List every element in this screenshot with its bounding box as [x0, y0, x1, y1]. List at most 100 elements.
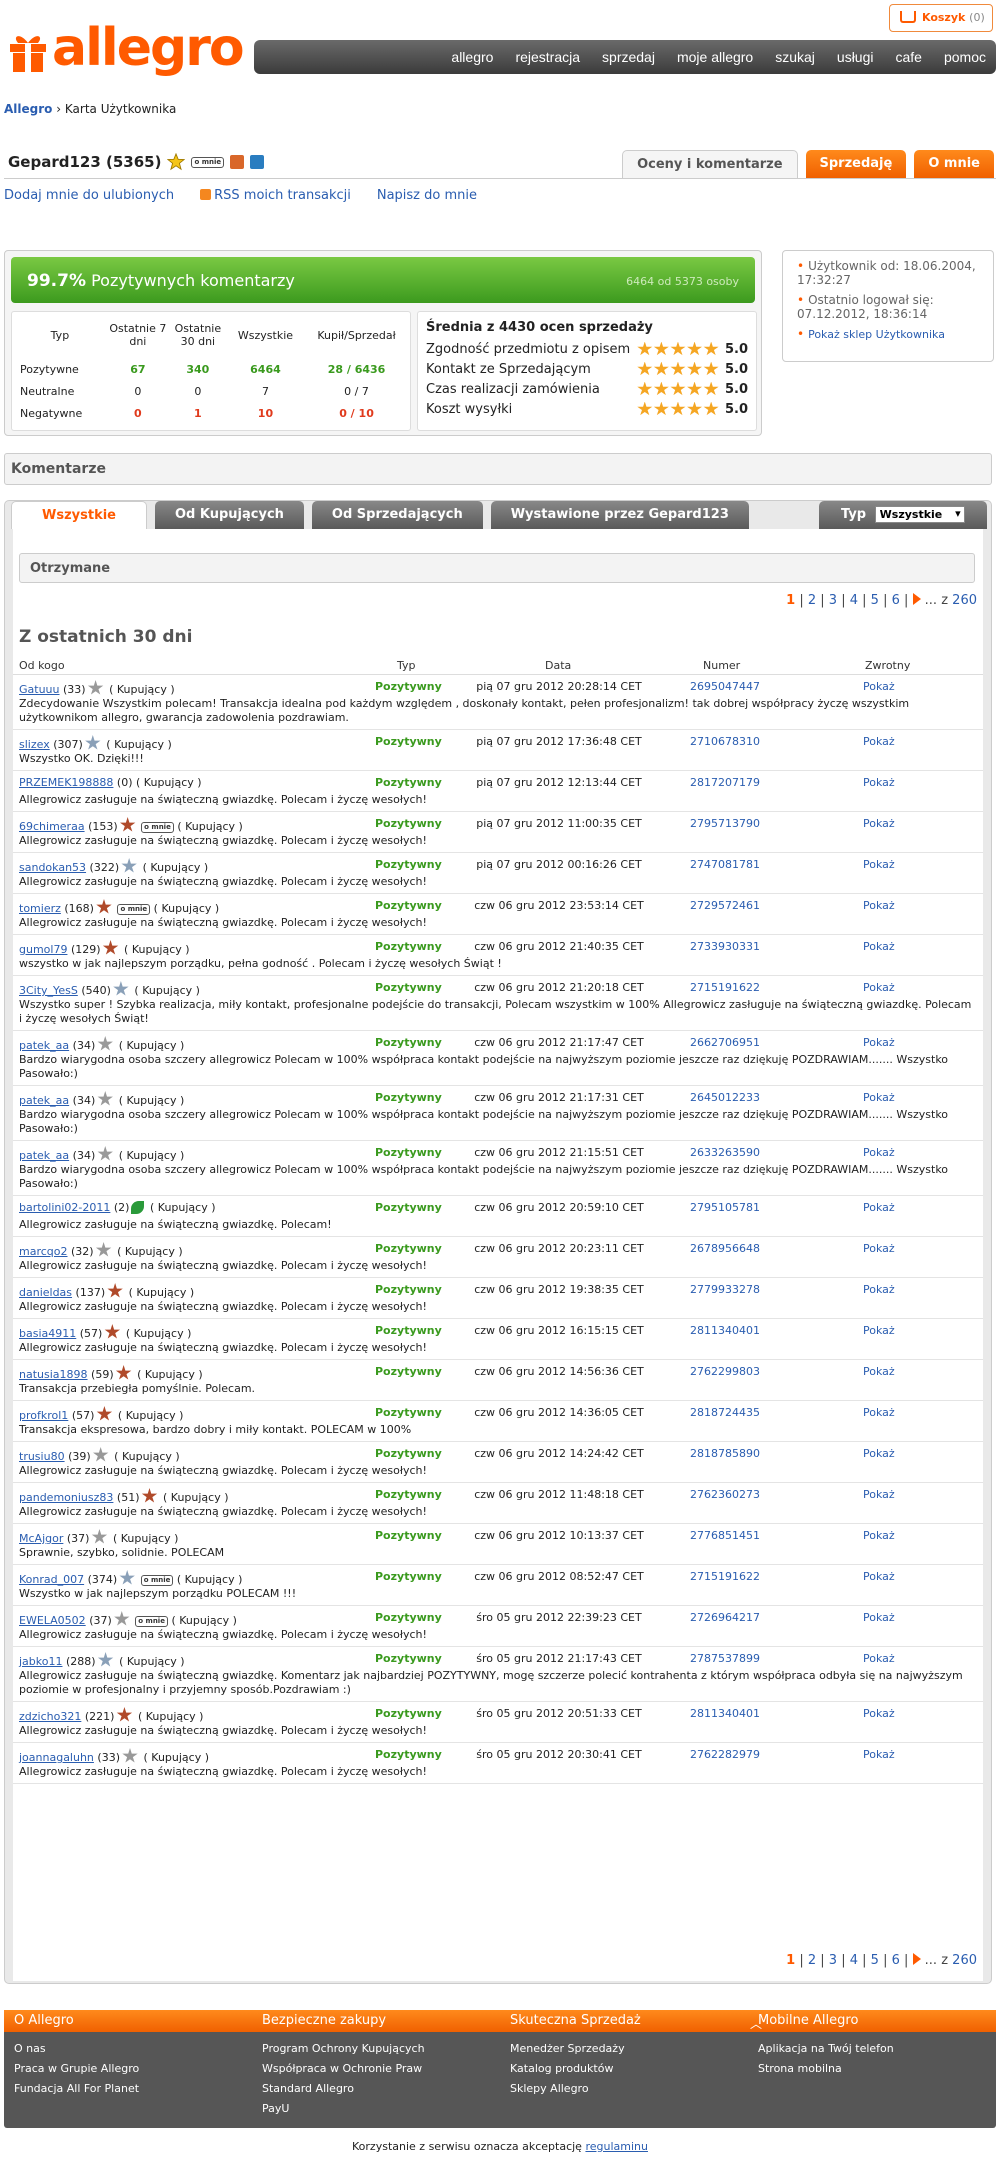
type-select[interactable]: Wszystkie: [874, 506, 965, 523]
omnie-badge[interactable]: o mnie: [140, 1574, 174, 1586]
pager-page[interactable]: 6: [892, 593, 900, 608]
comment-number-link[interactable]: 2817207179: [673, 776, 777, 789]
comment-reply-link[interactable]: Pokaż: [863, 981, 895, 994]
comment-user-link[interactable]: Gatuuu: [19, 683, 60, 696]
comment-user-link[interactable]: basia4911: [19, 1327, 76, 1340]
footer-link[interactable]: Współpraca w Ochronie Praw: [262, 2062, 500, 2075]
show-shop-link[interactable]: • Pokaż sklep Użytkownika: [797, 327, 983, 342]
comment-reply-link[interactable]: Pokaż: [863, 1447, 895, 1460]
nav-pomoc[interactable]: pomoc: [944, 49, 986, 65]
footer-link[interactable]: PayU: [262, 2102, 500, 2115]
comment-number-link[interactable]: 2795105781: [673, 1201, 777, 1214]
comment-reply-link[interactable]: Pokaż: [863, 1324, 895, 1337]
comment-number-link[interactable]: 2710678310: [673, 735, 777, 748]
comment-reply-link[interactable]: Pokaż: [863, 1242, 895, 1255]
footer-link[interactable]: Program Ochrony Kupujących: [262, 2042, 500, 2055]
pager-page[interactable]: 5: [871, 1953, 879, 1968]
tab-od-sprzedajacych[interactable]: Od Sprzedających: [311, 501, 483, 529]
comment-reply-link[interactable]: Pokaż: [863, 1488, 895, 1501]
footer-link[interactable]: Standard Allegro: [262, 2082, 500, 2095]
pager-last[interactable]: 260: [952, 1953, 977, 1968]
comment-user-link[interactable]: jabko11: [19, 1655, 62, 1668]
pager-last[interactable]: 260: [952, 593, 977, 608]
nav-rejestracja[interactable]: rejestracja: [515, 49, 580, 65]
tab-wystawione[interactable]: Wystawione przez Gepard123: [490, 501, 749, 529]
tab-wszystkie[interactable]: Wszystkie: [11, 501, 147, 529]
comment-reply-link[interactable]: Pokaż: [863, 1529, 895, 1542]
comment-user-link[interactable]: tomierz: [19, 902, 61, 915]
breadcrumb-root-link[interactable]: Allegro: [4, 102, 52, 116]
comment-number-link[interactable]: 2795713790: [673, 817, 777, 830]
footer-link[interactable]: Katalog produktów: [510, 2062, 748, 2075]
comment-reply-link[interactable]: Pokaż: [863, 940, 895, 953]
comment-user-link[interactable]: EWELA0502: [19, 1614, 86, 1627]
next-page-arrow-icon[interactable]: [912, 1953, 921, 1965]
pager-page[interactable]: 4: [850, 1953, 858, 1968]
rss-link[interactable]: RSS moich transakcji: [200, 188, 351, 203]
comment-user-link[interactable]: trusiu80: [19, 1450, 65, 1463]
pager-page[interactable]: 2: [808, 593, 816, 608]
comment-number-link[interactable]: 2811340401: [673, 1324, 777, 1337]
terms-link[interactable]: regulaminu: [585, 2140, 648, 2153]
comment-number-link[interactable]: 2733930331: [673, 940, 777, 953]
shop-icon[interactable]: [230, 155, 245, 169]
comment-user-link[interactable]: slizex: [19, 738, 50, 751]
omnie-badge[interactable]: o mnie: [117, 903, 151, 915]
footer-link[interactable]: Praca w Grupie Allegro: [14, 2062, 252, 2075]
footer-link[interactable]: Aplikacja na Twój telefon: [758, 2042, 996, 2055]
comment-reply-link[interactable]: Pokaż: [863, 1748, 895, 1761]
comment-number-link[interactable]: 2726964217: [673, 1611, 777, 1624]
comment-reply-link[interactable]: Pokaż: [863, 776, 895, 789]
comment-number-link[interactable]: 2662706951: [673, 1036, 777, 1049]
comment-reply-link[interactable]: Pokaż: [863, 1036, 895, 1049]
comment-reply-link[interactable]: Pokaż: [863, 1091, 895, 1104]
comment-user-link[interactable]: patek_aa: [19, 1039, 69, 1052]
pager-page[interactable]: 2: [808, 1953, 816, 1968]
comment-reply-link[interactable]: Pokaż: [863, 1201, 895, 1214]
nav-szukaj[interactable]: szukaj: [775, 49, 815, 65]
comment-reply-link[interactable]: Pokaż: [863, 1406, 895, 1419]
comment-number-link[interactable]: 2818785890: [673, 1447, 777, 1460]
pager-page[interactable]: 6: [892, 1953, 900, 1968]
tab-sprzedaje[interactable]: Sprzedaję: [805, 150, 907, 178]
collapse-up-icon[interactable]: ︿: [740, 2012, 988, 2032]
footer-link[interactable]: Fundacja All For Planet: [14, 2082, 252, 2095]
pager-page[interactable]: 3: [829, 593, 837, 608]
footer-link[interactable]: Sklepy Allegro: [510, 2082, 748, 2095]
comment-reply-link[interactable]: Pokaż: [863, 817, 895, 830]
omnie-badge[interactable]: o mnie: [141, 821, 174, 833]
comment-user-link[interactable]: profkrol1: [19, 1409, 68, 1422]
omnie-badge[interactable]: o mnie: [191, 156, 225, 168]
tab-oceny[interactable]: Oceny i komentarze: [622, 150, 798, 178]
nav-moje-allegro[interactable]: moje allegro: [677, 49, 753, 65]
comment-number-link[interactable]: 2818724435: [673, 1406, 777, 1419]
footer-link[interactable]: Strona mobilna: [758, 2062, 996, 2075]
comment-number-link[interactable]: 2762299803: [673, 1365, 777, 1378]
comment-user-link[interactable]: gumol79: [19, 943, 67, 956]
comment-user-link[interactable]: pandemoniusz83: [19, 1491, 113, 1504]
next-page-arrow-icon[interactable]: [912, 593, 921, 605]
comment-user-link[interactable]: patek_aa: [19, 1094, 69, 1107]
business-icon[interactable]: [250, 155, 265, 169]
nav-sprzedaj[interactable]: sprzedaj: [602, 49, 655, 65]
comment-reply-link[interactable]: Pokaż: [863, 899, 895, 912]
comment-reply-link[interactable]: Pokaż: [863, 735, 895, 748]
comment-reply-link[interactable]: Pokaż: [863, 1283, 895, 1296]
comment-user-link[interactable]: joannagaluhn: [19, 1751, 94, 1764]
comment-number-link[interactable]: 2678956648: [673, 1242, 777, 1255]
comment-reply-link[interactable]: Pokaż: [863, 1146, 895, 1159]
allegro-logo[interactable]: allegro: [8, 18, 245, 86]
comment-number-link[interactable]: 2695047447: [673, 680, 777, 693]
comment-user-link[interactable]: patek_aa: [19, 1149, 69, 1162]
comment-user-link[interactable]: Konrad_007: [19, 1573, 84, 1586]
comment-number-link[interactable]: 2729572461: [673, 899, 777, 912]
comment-user-link[interactable]: marcqo2: [19, 1245, 68, 1258]
comment-reply-link[interactable]: Pokaż: [863, 1570, 895, 1583]
comment-reply-link[interactable]: Pokaż: [863, 1652, 895, 1665]
comment-user-link[interactable]: PRZEMEK198888: [19, 776, 113, 789]
tab-od-kupujacych[interactable]: Od Kupujących: [155, 501, 304, 529]
comment-number-link[interactable]: 2747081781: [673, 858, 777, 871]
comment-reply-link[interactable]: Pokaż: [863, 858, 895, 871]
comment-number-link[interactable]: 2776851451: [673, 1529, 777, 1542]
add-favorite-link[interactable]: Dodaj mnie do ulubionych: [4, 188, 174, 203]
